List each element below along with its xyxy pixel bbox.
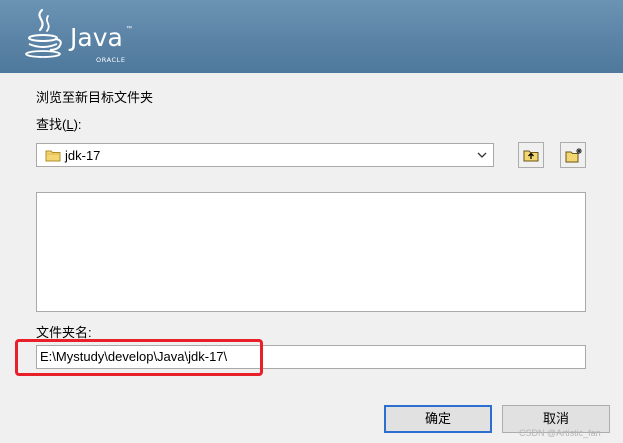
folder-icon <box>45 150 61 162</box>
look-in-mnemonic: L <box>66 117 74 132</box>
up-one-level-button[interactable] <box>518 142 544 168</box>
look-in-label-prefix: 查找( <box>36 117 67 132</box>
folder-list[interactable] <box>36 192 586 312</box>
java-cup-icon <box>25 8 62 58</box>
folder-name-input[interactable]: E:\Mystudy\develop\Java\jdk-17\ <box>36 345 586 369</box>
chevron-down-icon[interactable] <box>475 148 489 162</box>
csdn-watermark: CSDN @Artistic_fan <box>519 428 601 438</box>
new-folder-button[interactable] <box>560 142 586 168</box>
folder-name-label: 文件夹名: <box>36 325 92 340</box>
dialog-instruction: 浏览至新目标文件夹 <box>36 90 154 105</box>
java-wordmark: Java <box>70 23 123 52</box>
look-in-label: 查找(L): <box>36 114 82 133</box>
look-in-dropdown[interactable]: jdk-17 <box>36 143 494 167</box>
look-in-selected-folder: jdk-17 <box>65 148 101 163</box>
ok-button[interactable]: 确定 <box>384 405 492 433</box>
java-logo: Java ™ ORACLE <box>22 4 152 68</box>
look-in-label-suffix: ): <box>73 117 82 132</box>
java-header-banner: Java ™ ORACLE <box>0 0 623 73</box>
up-one-level-icon <box>523 150 539 162</box>
new-folder-icon <box>565 148 582 163</box>
oracle-wordmark: ORACLE <box>96 56 126 64</box>
trademark-symbol: ™ <box>126 26 132 32</box>
